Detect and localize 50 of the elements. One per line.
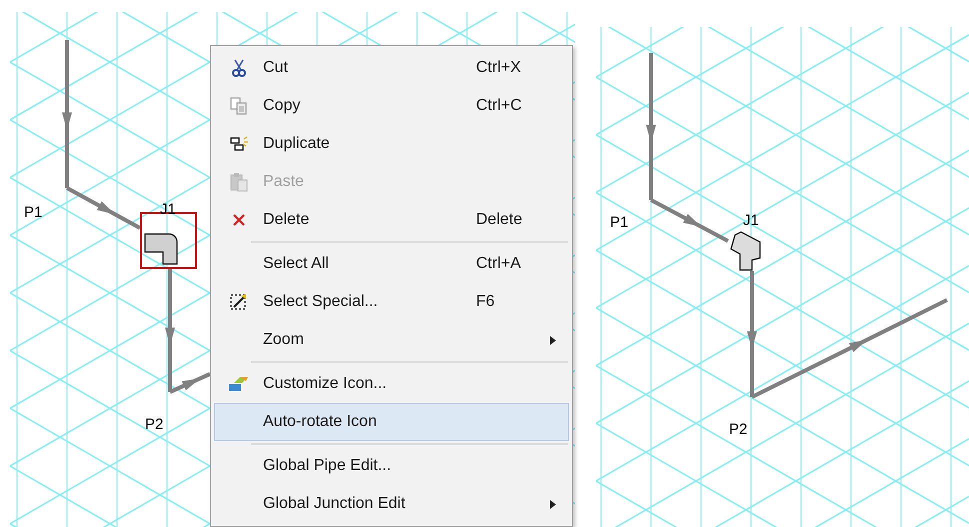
pipe-line[interactable] bbox=[165, 269, 175, 392]
customize-icon bbox=[228, 375, 250, 393]
delete-icon bbox=[233, 214, 245, 226]
node-label: P2 bbox=[729, 422, 748, 437]
menu-label: Duplicate bbox=[263, 134, 331, 154]
menu-label: Global Junction Edit bbox=[263, 494, 406, 514]
node-label: J1 bbox=[743, 213, 759, 228]
menu-label: Cut bbox=[263, 58, 289, 78]
menu-label: Zoom bbox=[263, 330, 305, 350]
menu-label: Select All bbox=[263, 254, 330, 274]
shortcut-text: Ctrl+C bbox=[476, 96, 523, 116]
shortcut-text: Delete bbox=[476, 210, 524, 230]
node-label: P1 bbox=[24, 205, 42, 220]
pipe-line[interactable] bbox=[650, 198, 729, 243]
menu-item[interactable]: Select Special... F6 bbox=[214, 283, 569, 321]
menu-item[interactable]: Customize Icon... bbox=[214, 365, 569, 403]
menu-item[interactable]: Zoom bbox=[214, 321, 569, 359]
pipe-line[interactable] bbox=[751, 298, 948, 399]
pipe-line[interactable] bbox=[62, 40, 72, 188]
node-label: P1 bbox=[610, 215, 628, 230]
select-icon bbox=[229, 292, 249, 312]
menu-label: Select Special... bbox=[263, 292, 379, 312]
menu-label: Delete bbox=[263, 210, 310, 230]
menu-label: Customize Icon... bbox=[263, 374, 388, 394]
menu-label: Global Pipe Edit... bbox=[263, 456, 392, 476]
pipe-line[interactable] bbox=[66, 186, 141, 230]
pipe-line[interactable] bbox=[646, 53, 656, 200]
node-label: P2 bbox=[145, 417, 164, 432]
menu-item[interactable]: Select All Ctrl+A bbox=[214, 245, 569, 283]
elbow-fitting-icon[interactable] bbox=[730, 231, 761, 271]
menu-label: Paste bbox=[263, 172, 305, 192]
paste-icon bbox=[230, 172, 248, 192]
scissors-icon bbox=[232, 59, 246, 77]
menu-item[interactable]: Global Junction Edit bbox=[214, 485, 569, 523]
menu-label: Copy bbox=[263, 96, 302, 116]
menu-label: Auto-rotate Icon bbox=[263, 412, 378, 432]
menu-item[interactable]: Global Pipe Edit... bbox=[214, 447, 569, 485]
duplicate-icon bbox=[230, 136, 248, 152]
shortcut-text: F6 bbox=[476, 292, 496, 312]
menu-item[interactable]: Duplicate bbox=[214, 125, 569, 163]
pipe-line[interactable] bbox=[747, 271, 757, 397]
elbow-fitting-icon[interactable] bbox=[144, 233, 178, 265]
menu-item[interactable]: Auto-rotate Icon bbox=[214, 403, 569, 441]
shortcut-text: Ctrl+X bbox=[476, 58, 522, 78]
copy-icon bbox=[230, 97, 248, 115]
menu-item[interactable]: Delete Delete bbox=[214, 201, 569, 239]
menu-item[interactable]: Copy Ctrl+C bbox=[214, 87, 569, 125]
pipe-line[interactable] bbox=[169, 372, 211, 394]
shortcut-text: Ctrl+A bbox=[476, 254, 522, 274]
menu-item[interactable]: Cut Ctrl+X bbox=[214, 49, 569, 87]
